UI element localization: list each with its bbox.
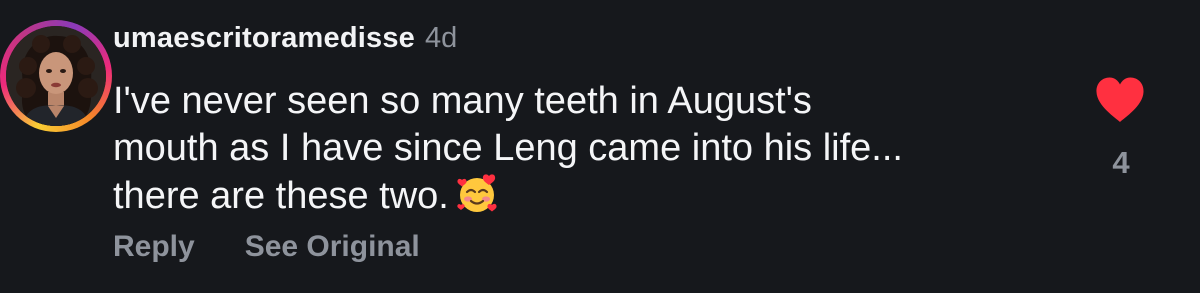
heart-filled-icon	[1096, 77, 1144, 122]
comment-text: I've never seen so many teeth in August'…	[113, 78, 1013, 220]
reply-button[interactable]: Reply	[113, 230, 195, 264]
timestamp[interactable]: 4d	[425, 22, 457, 55]
like-count: 4	[1112, 145, 1130, 180]
comment-text-line: there are these two.	[113, 175, 449, 217]
comment-actions: Reply See Original	[113, 230, 420, 264]
comment-text-line-with-emoji: there are these two.	[113, 172, 1013, 220]
comment-text-line: I've never seen so many teeth in August'…	[113, 80, 812, 122]
comment-text-line: mouth as I have since Leng came into his…	[113, 127, 903, 169]
username-link[interactable]: umaescritoramedisse	[113, 22, 415, 55]
avatar[interactable]	[6, 26, 106, 126]
comment-header: umaescritoramedisse 4d	[113, 22, 457, 62]
avatar-story-ring[interactable]	[0, 20, 112, 132]
like-button[interactable]	[1094, 76, 1146, 124]
comment: umaescritoramedisse 4d I've never seen s…	[0, 0, 1200, 293]
see-original-button[interactable]: See Original	[245, 230, 420, 264]
smiling-face-with-hearts-icon	[457, 174, 497, 212]
avatar-image	[6, 26, 106, 126]
